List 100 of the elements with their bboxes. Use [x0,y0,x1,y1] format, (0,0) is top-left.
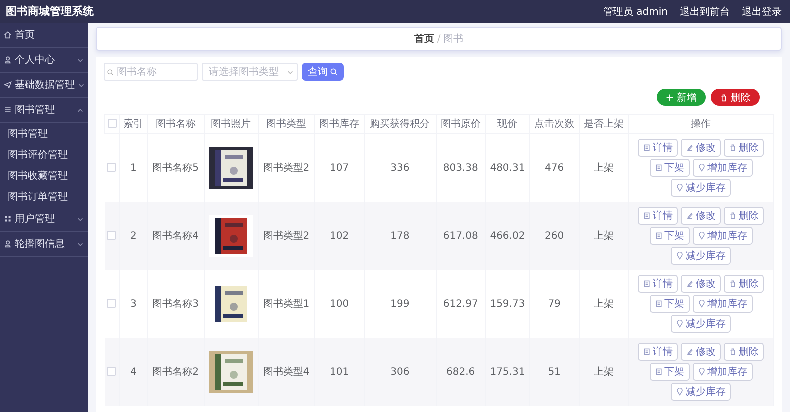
reduce-stock-button[interactable]: 减少库存 [671,179,732,197]
table-cell: 1 [130,162,137,174]
edit-button[interactable]: 修改 [681,343,722,361]
document-icon [654,232,663,240]
submenu-item[interactable]: 图书订单管理 [0,186,88,207]
pin-icon [676,184,684,192]
trash-icon [729,280,738,288]
table-cell: 图书类型2 [263,231,310,242]
pin-icon [698,232,706,240]
query-button[interactable]: 查询 [302,63,344,81]
table-cell: 79 [548,298,561,310]
pin-icon [676,388,684,396]
unlist-button[interactable]: 下架 [650,227,690,245]
chevron-icon [77,106,84,114]
breadcrumb-item: 图书 [444,32,464,46]
row-checkbox[interactable] [107,163,116,172]
row-checkbox[interactable] [107,231,116,240]
table-cell: 260 [545,230,564,242]
document-icon [643,280,652,288]
column-header: 操作 [691,119,712,130]
pencil-icon [686,348,694,356]
document-icon [643,212,652,220]
trash-icon [720,94,728,102]
table-cell: 101 [330,366,350,378]
details-button[interactable]: 详情 [638,275,678,293]
header-link[interactable]: 退出登录 [742,4,782,18]
list-icon [4,106,12,114]
document-icon [643,348,652,356]
pencil-icon [686,212,694,220]
trash-icon [729,348,738,356]
table-cell: 图书名称2 [152,367,199,378]
edit-button[interactable]: 修改 [681,207,722,225]
column-header: 购买获得积分 [370,119,430,130]
header-link[interactable]: 退出到前台 [680,4,730,18]
table-cell: 682.6 [446,366,476,378]
document-icon [654,164,663,172]
table-cell: 图书类型1 [263,299,310,310]
add-stock-button[interactable]: 增加库存 [692,295,753,313]
table-cell: 476 [545,162,564,174]
table-cell: 2 [130,230,137,242]
column-header: 点击次数 [534,119,575,130]
table-cell: 102 [330,230,350,242]
details-button[interactable]: 详情 [638,207,678,225]
pin-icon [698,164,706,172]
edit-button[interactable]: 修改 [681,275,722,293]
delete-button[interactable]: 删除 [711,89,760,106]
table-cell: 178 [390,230,410,242]
add-stock-button[interactable]: 增加库存 [692,159,753,177]
delete-button[interactable]: 删除 [724,275,764,293]
pencil-icon [686,280,694,288]
row-checkbox[interactable] [107,367,116,376]
plus-icon [666,94,674,102]
add-button[interactable]: 新增 [657,89,706,106]
app-title: 图书商城管理系统 [6,4,94,19]
column-header: 索引 [124,119,144,130]
delete-button[interactable]: 删除 [724,207,764,225]
table-cell: 上架 [594,299,614,310]
submenu-item[interactable]: 图书评价管理 [0,144,88,165]
column-header: 是否上架 [584,119,624,130]
home-icon [4,31,12,39]
reduce-stock-button[interactable]: 减少库存 [671,247,732,265]
search-icon [107,68,114,76]
table-cell: 图书类型2 [263,163,310,174]
book-type-select[interactable]: 请选择图书类型 [202,63,298,81]
table-cell: 480.31 [490,162,526,174]
table-cell: 107 [330,162,350,174]
table-cell: 466.02 [490,230,526,242]
unlist-button[interactable]: 下架 [650,159,690,177]
row-checkbox[interactable] [107,299,116,308]
details-button[interactable]: 详情 [638,139,678,157]
reduce-stock-button[interactable]: 减少库存 [671,315,732,333]
unlist-button[interactable]: 下架 [650,363,690,381]
details-button[interactable]: 详情 [638,343,678,361]
paper-plane-icon [4,81,12,89]
add-stock-button[interactable]: 增加库存 [692,227,753,245]
column-header: 图书原价 [440,119,481,130]
delete-button[interactable]: 删除 [724,139,764,157]
table-cell: 上架 [594,163,614,174]
add-stock-button[interactable]: 增加库存 [692,363,753,381]
header-link[interactable]: 管理员 admin [603,4,668,18]
table-cell: 图书名称4 [152,231,199,242]
delete-button[interactable]: 删除 [724,343,764,361]
breadcrumb-separator: / [437,34,441,44]
unlist-button[interactable]: 下架 [650,295,690,313]
breadcrumb-item[interactable]: 首页 [414,32,434,46]
edit-button[interactable]: 修改 [681,139,722,157]
chevron-icon [287,68,294,76]
reduce-stock-button[interactable]: 减少库存 [671,383,732,401]
chevron-icon [77,240,84,248]
table-cell: 100 [330,298,350,310]
trash-icon [729,144,738,152]
pin-icon [698,300,706,308]
column-header: 图书类型 [266,119,306,130]
submenu-item[interactable]: 图书管理 [0,123,88,144]
document-icon [643,144,652,152]
person-icon [4,240,12,248]
book-name-field[interactable]: 图书名称 [104,63,198,81]
submenu-item[interactable]: 图书收藏管理 [0,165,88,186]
select-all-checkbox[interactable] [108,119,117,128]
table-cell: 159.73 [490,298,526,310]
